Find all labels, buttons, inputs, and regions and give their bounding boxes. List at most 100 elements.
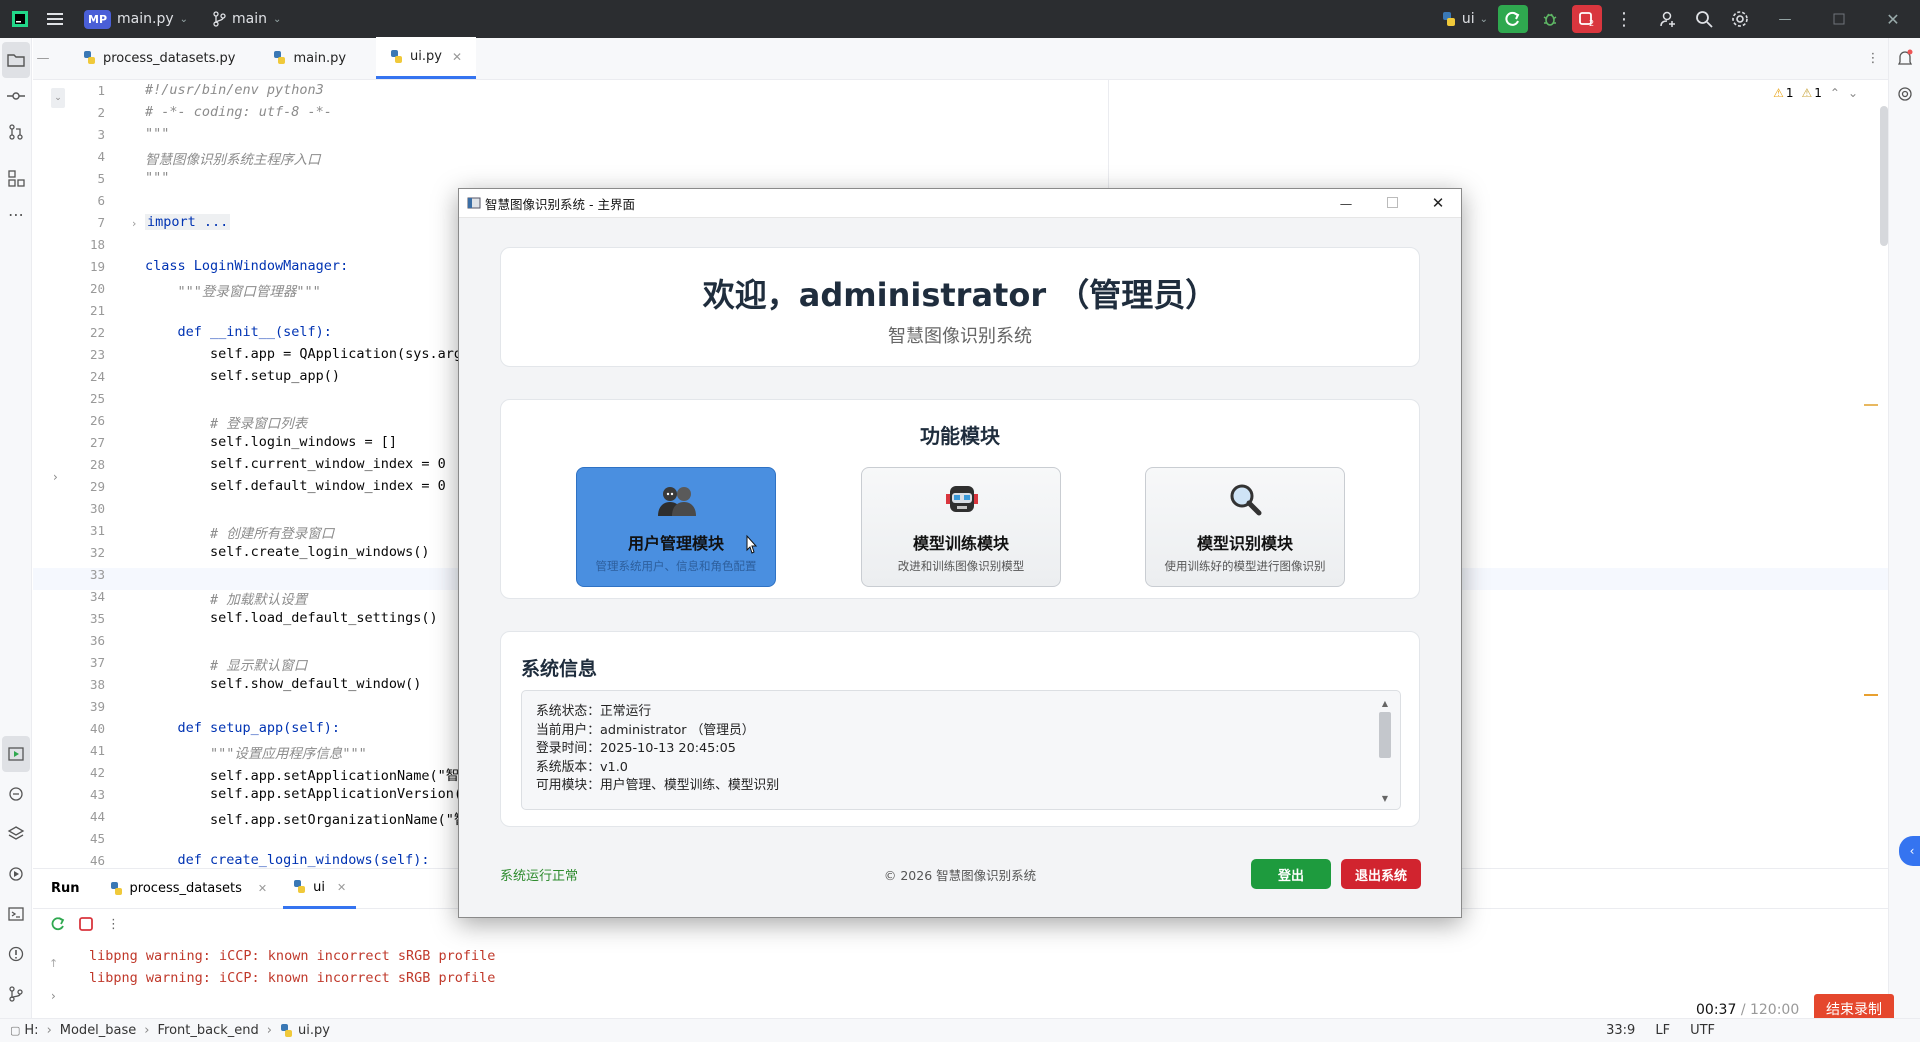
more-tools-icon[interactable]: ⋯: [0, 196, 32, 232]
file-encoding[interactable]: UTF: [1690, 1023, 1715, 1038]
git-icon[interactable]: [0, 976, 32, 1012]
dialog-minimize-button[interactable]: —: [1323, 196, 1369, 211]
tab-label: main.py: [293, 50, 347, 66]
python-file-icon: [84, 51, 95, 64]
scroll-thumb[interactable]: [1379, 712, 1391, 758]
scroll-up-icon[interactable]: ↑: [49, 957, 58, 970]
terminal-icon[interactable]: [0, 896, 32, 932]
line-number: 45: [89, 831, 105, 846]
previous-highlight-icon[interactable]: ⌃: [1830, 86, 1840, 100]
python-file-icon: [280, 1023, 292, 1037]
run-tab-ui[interactable]: ui ✕: [283, 869, 357, 909]
chevron-right-icon: ›: [144, 1023, 150, 1038]
project-selector[interactable]: MP main.py ⌄: [78, 0, 194, 38]
settings-gear-icon[interactable]: [1726, 5, 1754, 33]
tab-options-icon[interactable]: ⋮: [1858, 37, 1888, 79]
next-highlight-icon[interactable]: ⌄: [1848, 86, 1858, 100]
line-number: 35: [89, 611, 105, 626]
inspection-widget[interactable]: ⚠ 1 ⚠ 1 ⌃ ⌄: [1773, 86, 1858, 100]
chevron-down-icon: ⌄: [273, 13, 282, 25]
breadcrumb-item[interactable]: H:: [24, 1023, 38, 1038]
console-line: libpng warning: iCCP: known incorrect sR…: [89, 948, 496, 964]
code-line: self.app.setApplicationVersion(: [145, 786, 462, 802]
editor-tab-bar: — process_datasets.py main.py ui.py ✕ ⋮: [33, 37, 1888, 80]
more-actions-icon[interactable]: ⋮: [1610, 5, 1638, 33]
breadcrumb-item[interactable]: ui.py: [298, 1023, 330, 1038]
branch-selector[interactable]: main ⌄: [206, 0, 287, 38]
code-line: # 显示默认窗口: [145, 658, 308, 674]
main-menu-icon[interactable]: [42, 5, 70, 33]
line-number: 44: [89, 809, 105, 824]
search-icon[interactable]: [1690, 5, 1718, 33]
pull-requests-icon[interactable]: [0, 114, 32, 150]
tab-process-datasets[interactable]: process_datasets.py: [69, 37, 249, 79]
breadcrumb-item[interactable]: Model_base: [60, 1023, 137, 1038]
bug-icon: [1543, 13, 1557, 26]
tab-ui[interactable]: ui.py ✕: [376, 37, 477, 79]
minimize-window-button[interactable]: —: [1762, 5, 1808, 33]
python-console-icon[interactable]: [0, 776, 32, 812]
stop-icon: 2: [1579, 12, 1594, 27]
caret-position[interactable]: 33:9: [1606, 1023, 1635, 1038]
system-info-textbox[interactable]: 系统状态：正常运行 当前用户：administrator （管理员） 登录时间：…: [521, 690, 1401, 810]
logout-button[interactable]: 登出: [1251, 859, 1331, 889]
chevron-down-icon: ⌄: [1479, 13, 1488, 25]
expand-icon[interactable]: ›: [51, 989, 56, 1003]
code-line: self.create_login_windows(): [145, 544, 430, 560]
user-management-module-button[interactable]: 用户管理模块 管理系统用户、信息和角色配置: [576, 467, 776, 587]
textbox-scrollbar[interactable]: ▲ ▼: [1378, 699, 1392, 803]
project-folder-icon[interactable]: [2, 42, 30, 78]
exit-system-button[interactable]: 退出系统: [1341, 859, 1421, 889]
line-number: 1: [97, 83, 105, 98]
debug-button[interactable]: [1536, 5, 1564, 33]
welcome-card: 欢迎，administrator （管理员） 智慧图像识别系统: [500, 247, 1420, 367]
rerun-button[interactable]: [1498, 5, 1528, 33]
rerun-icon[interactable]: [51, 917, 65, 931]
commit-icon[interactable]: [0, 78, 32, 114]
chevron-right-icon: ›: [46, 1023, 52, 1038]
line-number-gutter: 1 2 3 4 5 6 7 18 19 20 21 22 23 24 25 26 27 28 29 30 31 32 33 3…: [33, 80, 113, 868]
left-tool-strip: ⋯: [0, 38, 32, 1018]
line-separator[interactable]: LF: [1655, 1023, 1670, 1038]
run-tool-icon[interactable]: [2, 736, 30, 772]
run-tab-process-datasets[interactable]: process_datasets ✕: [100, 869, 278, 909]
code-line: self.app.setOrganizationName("智: [145, 812, 468, 828]
fold-arrow-icon[interactable]: ›: [132, 217, 136, 230]
scroll-down-icon[interactable]: ▼: [1378, 794, 1392, 803]
run-panel-title: Run: [51, 881, 80, 896]
collapse-panel-button[interactable]: ‹: [1899, 836, 1920, 866]
close-window-button[interactable]: ✕: [1870, 5, 1916, 33]
editor-scrollbar[interactable]: [1880, 106, 1888, 246]
ide-titlebar: MP main.py ⌄ main ⌄ ui ⌄ 2 ⋮ — ✕: [0, 0, 1920, 38]
close-tab-icon[interactable]: ✕: [452, 50, 462, 64]
ai-assistant-icon[interactable]: [1889, 76, 1920, 112]
stop-icon[interactable]: [79, 917, 93, 931]
more-icon[interactable]: ⋮: [107, 917, 120, 932]
model-recognition-module-button[interactable]: 模型识别模块 使用训练好的模型进行图像识别: [1145, 467, 1345, 587]
line-number: 40: [89, 721, 105, 736]
python-file-icon: [274, 51, 286, 64]
services-icon[interactable]: [0, 856, 32, 892]
dialog-close-button[interactable]: ✕: [1415, 194, 1461, 212]
mouse-cursor-icon: [746, 534, 758, 554]
layers-icon[interactable]: [0, 816, 32, 852]
system-info-card: 系统信息 系统状态：正常运行 当前用户：administrator （管理员） …: [500, 631, 1420, 827]
breadcrumb-item[interactable]: Front_back_end: [158, 1023, 259, 1038]
code-line: """: [145, 170, 170, 186]
module-title: 模型识别模块: [1196, 534, 1293, 553]
structure-icon[interactable]: [0, 160, 32, 196]
scroll-up-icon[interactable]: ▲: [1378, 699, 1392, 708]
code-with-me-icon[interactable]: [1654, 5, 1682, 33]
problems-icon[interactable]: [0, 936, 32, 972]
tab-main[interactable]: main.py: [259, 37, 360, 79]
stop-button[interactable]: 2: [1572, 5, 1602, 33]
close-tab-icon[interactable]: ✕: [258, 882, 267, 895]
app-logo-icon: [6, 5, 34, 33]
close-tab-icon[interactable]: ✕: [337, 881, 346, 894]
notifications-bell-icon[interactable]: [1889, 40, 1920, 76]
dialog-maximize-button[interactable]: [1369, 196, 1415, 211]
run-config-selector[interactable]: ui ⌄: [1435, 0, 1494, 38]
code-line: 智慧图像识别系统主程序入口: [145, 152, 321, 168]
maximize-window-button[interactable]: [1816, 5, 1862, 33]
model-training-module-button[interactable]: 模型训练模块 改进和训练图像识别模型: [861, 467, 1061, 587]
